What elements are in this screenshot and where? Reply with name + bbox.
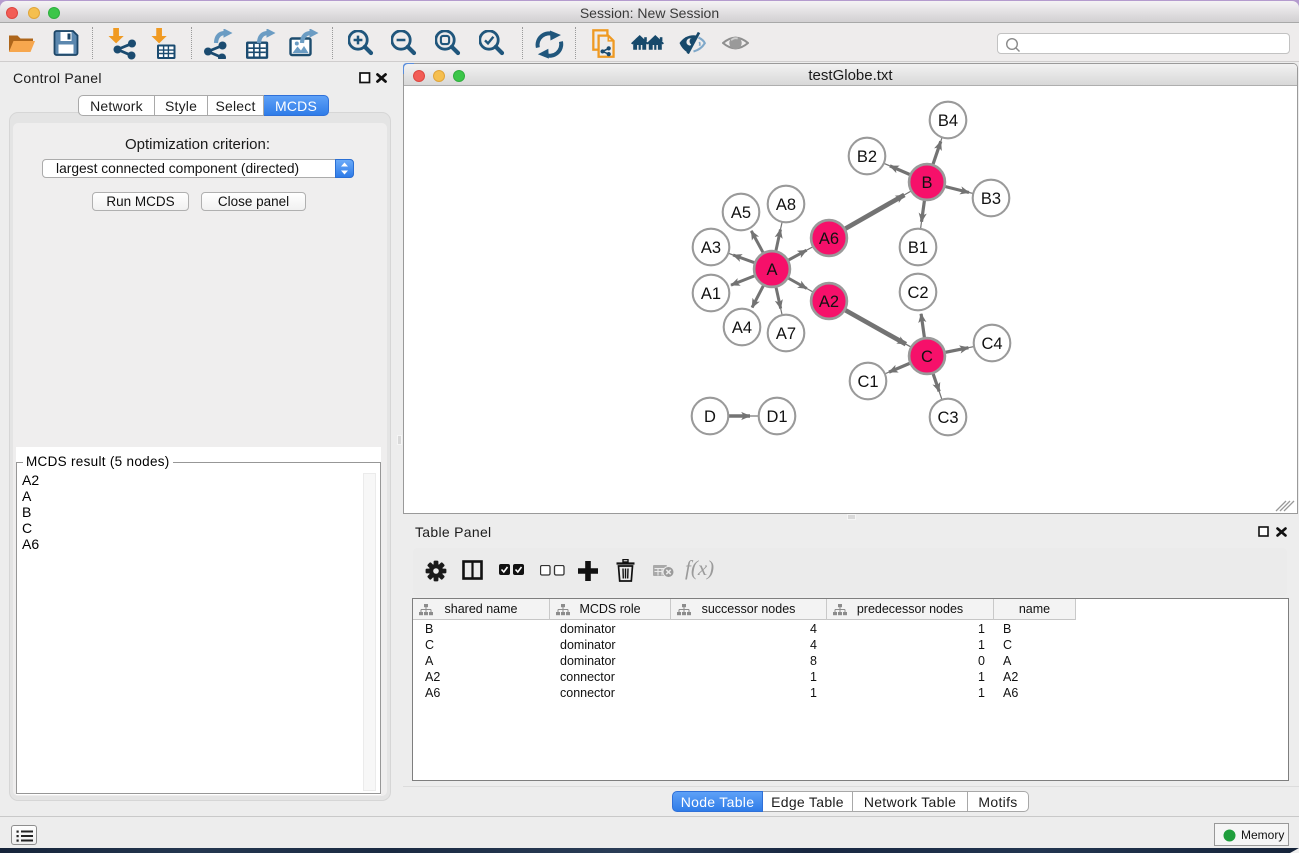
svg-text:A4: A4 [732, 319, 752, 337]
svg-text:B: B [921, 174, 932, 192]
svg-text:B2: B2 [857, 148, 877, 166]
svg-text:B4: B4 [938, 112, 958, 130]
svg-text:B1: B1 [908, 239, 928, 257]
svg-text:C1: C1 [857, 373, 878, 391]
svg-text:A3: A3 [701, 239, 721, 257]
svg-text:A5: A5 [731, 204, 751, 222]
svg-text:A7: A7 [776, 325, 796, 343]
svg-text:A8: A8 [776, 196, 796, 214]
svg-text:D1: D1 [766, 408, 787, 426]
svg-text:A6: A6 [819, 230, 839, 248]
svg-text:D: D [704, 408, 716, 426]
svg-text:A2: A2 [819, 293, 839, 311]
svg-text:A1: A1 [701, 285, 721, 303]
svg-text:C: C [921, 348, 933, 366]
svg-text:C4: C4 [981, 335, 1002, 353]
svg-text:C2: C2 [907, 284, 928, 302]
svg-text:C3: C3 [937, 409, 958, 427]
svg-text:A: A [766, 261, 777, 279]
svg-text:B3: B3 [981, 190, 1001, 208]
